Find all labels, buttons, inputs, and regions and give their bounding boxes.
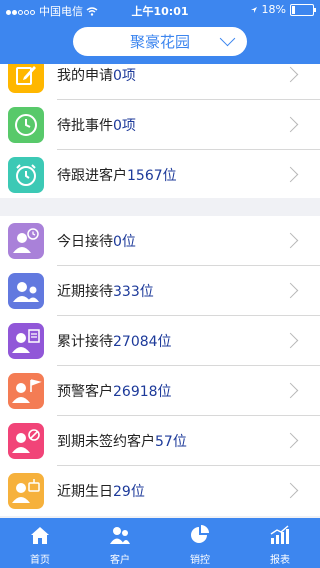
customers-icon bbox=[110, 527, 130, 544]
list-item-warning-customers[interactable]: 预警客户26918位 bbox=[0, 366, 320, 416]
item-count: 29位 bbox=[113, 484, 145, 500]
item-count: 26918位 bbox=[113, 384, 172, 400]
list-item-recent-birthdays[interactable]: 近期生日29位 bbox=[0, 466, 320, 516]
user-cake-icon bbox=[8, 473, 44, 509]
chevron-down-icon bbox=[219, 30, 236, 47]
list-item-follow-up-customers[interactable]: 待跟进客户1567位 bbox=[0, 150, 320, 198]
status-bar: 中国电信 上午10:01 18% bbox=[0, 0, 320, 20]
item-label: 我的申请 bbox=[57, 68, 113, 84]
tab-label: 报表 bbox=[270, 555, 290, 566]
list-item-today-reception[interactable]: 今日接待0位 bbox=[0, 216, 320, 266]
item-label: 待批事件 bbox=[57, 118, 113, 134]
item-count: 57位 bbox=[155, 434, 187, 450]
chevron-right-icon bbox=[282, 332, 299, 349]
item-count: 1567位 bbox=[127, 168, 177, 184]
bar-chart-icon bbox=[270, 525, 289, 544]
battery-percent: 18% bbox=[261, 3, 286, 16]
tab-bar: 首页 客户 销控 报表 bbox=[0, 518, 320, 568]
item-label: 累计接待 bbox=[57, 334, 113, 350]
location-icon bbox=[250, 6, 257, 13]
item-count: 0项 bbox=[113, 118, 136, 134]
home-icon bbox=[31, 527, 49, 544]
tab-label: 客户 bbox=[110, 555, 130, 566]
battery-icon bbox=[290, 3, 316, 16]
list-item-my-applications[interactable]: 我的申请0项 bbox=[0, 64, 320, 100]
list-item-total-reception[interactable]: 累计接待27084位 bbox=[0, 316, 320, 366]
list-item-recent-reception[interactable]: 近期接待333位 bbox=[0, 266, 320, 316]
chevron-right-icon bbox=[282, 232, 299, 249]
item-label: 待跟进客户 bbox=[57, 168, 127, 184]
user-clock-icon bbox=[8, 223, 44, 259]
chevron-right-icon bbox=[282, 382, 299, 399]
tab-label: 销控 bbox=[190, 555, 210, 566]
item-label: 近期生日 bbox=[57, 484, 113, 500]
users-icon bbox=[8, 273, 44, 309]
item-count: 333位 bbox=[113, 284, 154, 300]
item-count: 0位 bbox=[113, 234, 136, 250]
chevron-right-icon bbox=[282, 282, 299, 299]
list-item-expired-unsigned-customers[interactable]: 到期未签约客户57位 bbox=[0, 416, 320, 466]
user-no-icon bbox=[8, 423, 44, 459]
tab-sales-control[interactable]: 销控 bbox=[160, 518, 240, 568]
app-header: 中国电信 上午10:01 18% 聚豪花园 bbox=[0, 0, 320, 64]
user-flag-icon bbox=[8, 373, 44, 409]
list-item-pending-approvals[interactable]: 待批事件0项 bbox=[0, 100, 320, 150]
project-selector[interactable]: 聚豪花园 bbox=[73, 27, 247, 56]
alarm-clock-icon bbox=[8, 157, 44, 193]
tab-customers[interactable]: 客户 bbox=[80, 518, 160, 568]
chevron-right-icon bbox=[282, 432, 299, 449]
project-name: 聚豪花园 bbox=[129, 33, 190, 51]
item-count: 27084位 bbox=[113, 334, 172, 350]
item-count: 0项 bbox=[113, 68, 136, 84]
item-label: 近期接待 bbox=[57, 284, 113, 300]
tab-label: 首页 bbox=[30, 555, 50, 566]
menu-list: 我的申请0项 待批事件0项 待跟进客户1567位 今日接待0位 近期接待333位… bbox=[0, 64, 320, 518]
chevron-right-icon bbox=[282, 482, 299, 499]
chevron-right-icon bbox=[282, 166, 299, 183]
item-label: 今日接待 bbox=[57, 234, 113, 250]
tab-reports[interactable]: 报表 bbox=[240, 518, 320, 568]
user-list-icon bbox=[8, 323, 44, 359]
tab-home[interactable]: 首页 bbox=[0, 518, 80, 568]
chevron-right-icon bbox=[282, 66, 299, 83]
item-label: 到期未签约客户 bbox=[57, 434, 155, 450]
item-label: 预警客户 bbox=[57, 384, 113, 400]
edit-icon bbox=[8, 64, 44, 93]
chevron-right-icon bbox=[282, 116, 299, 133]
clock-icon bbox=[8, 107, 44, 143]
pie-chart-icon bbox=[191, 525, 209, 543]
